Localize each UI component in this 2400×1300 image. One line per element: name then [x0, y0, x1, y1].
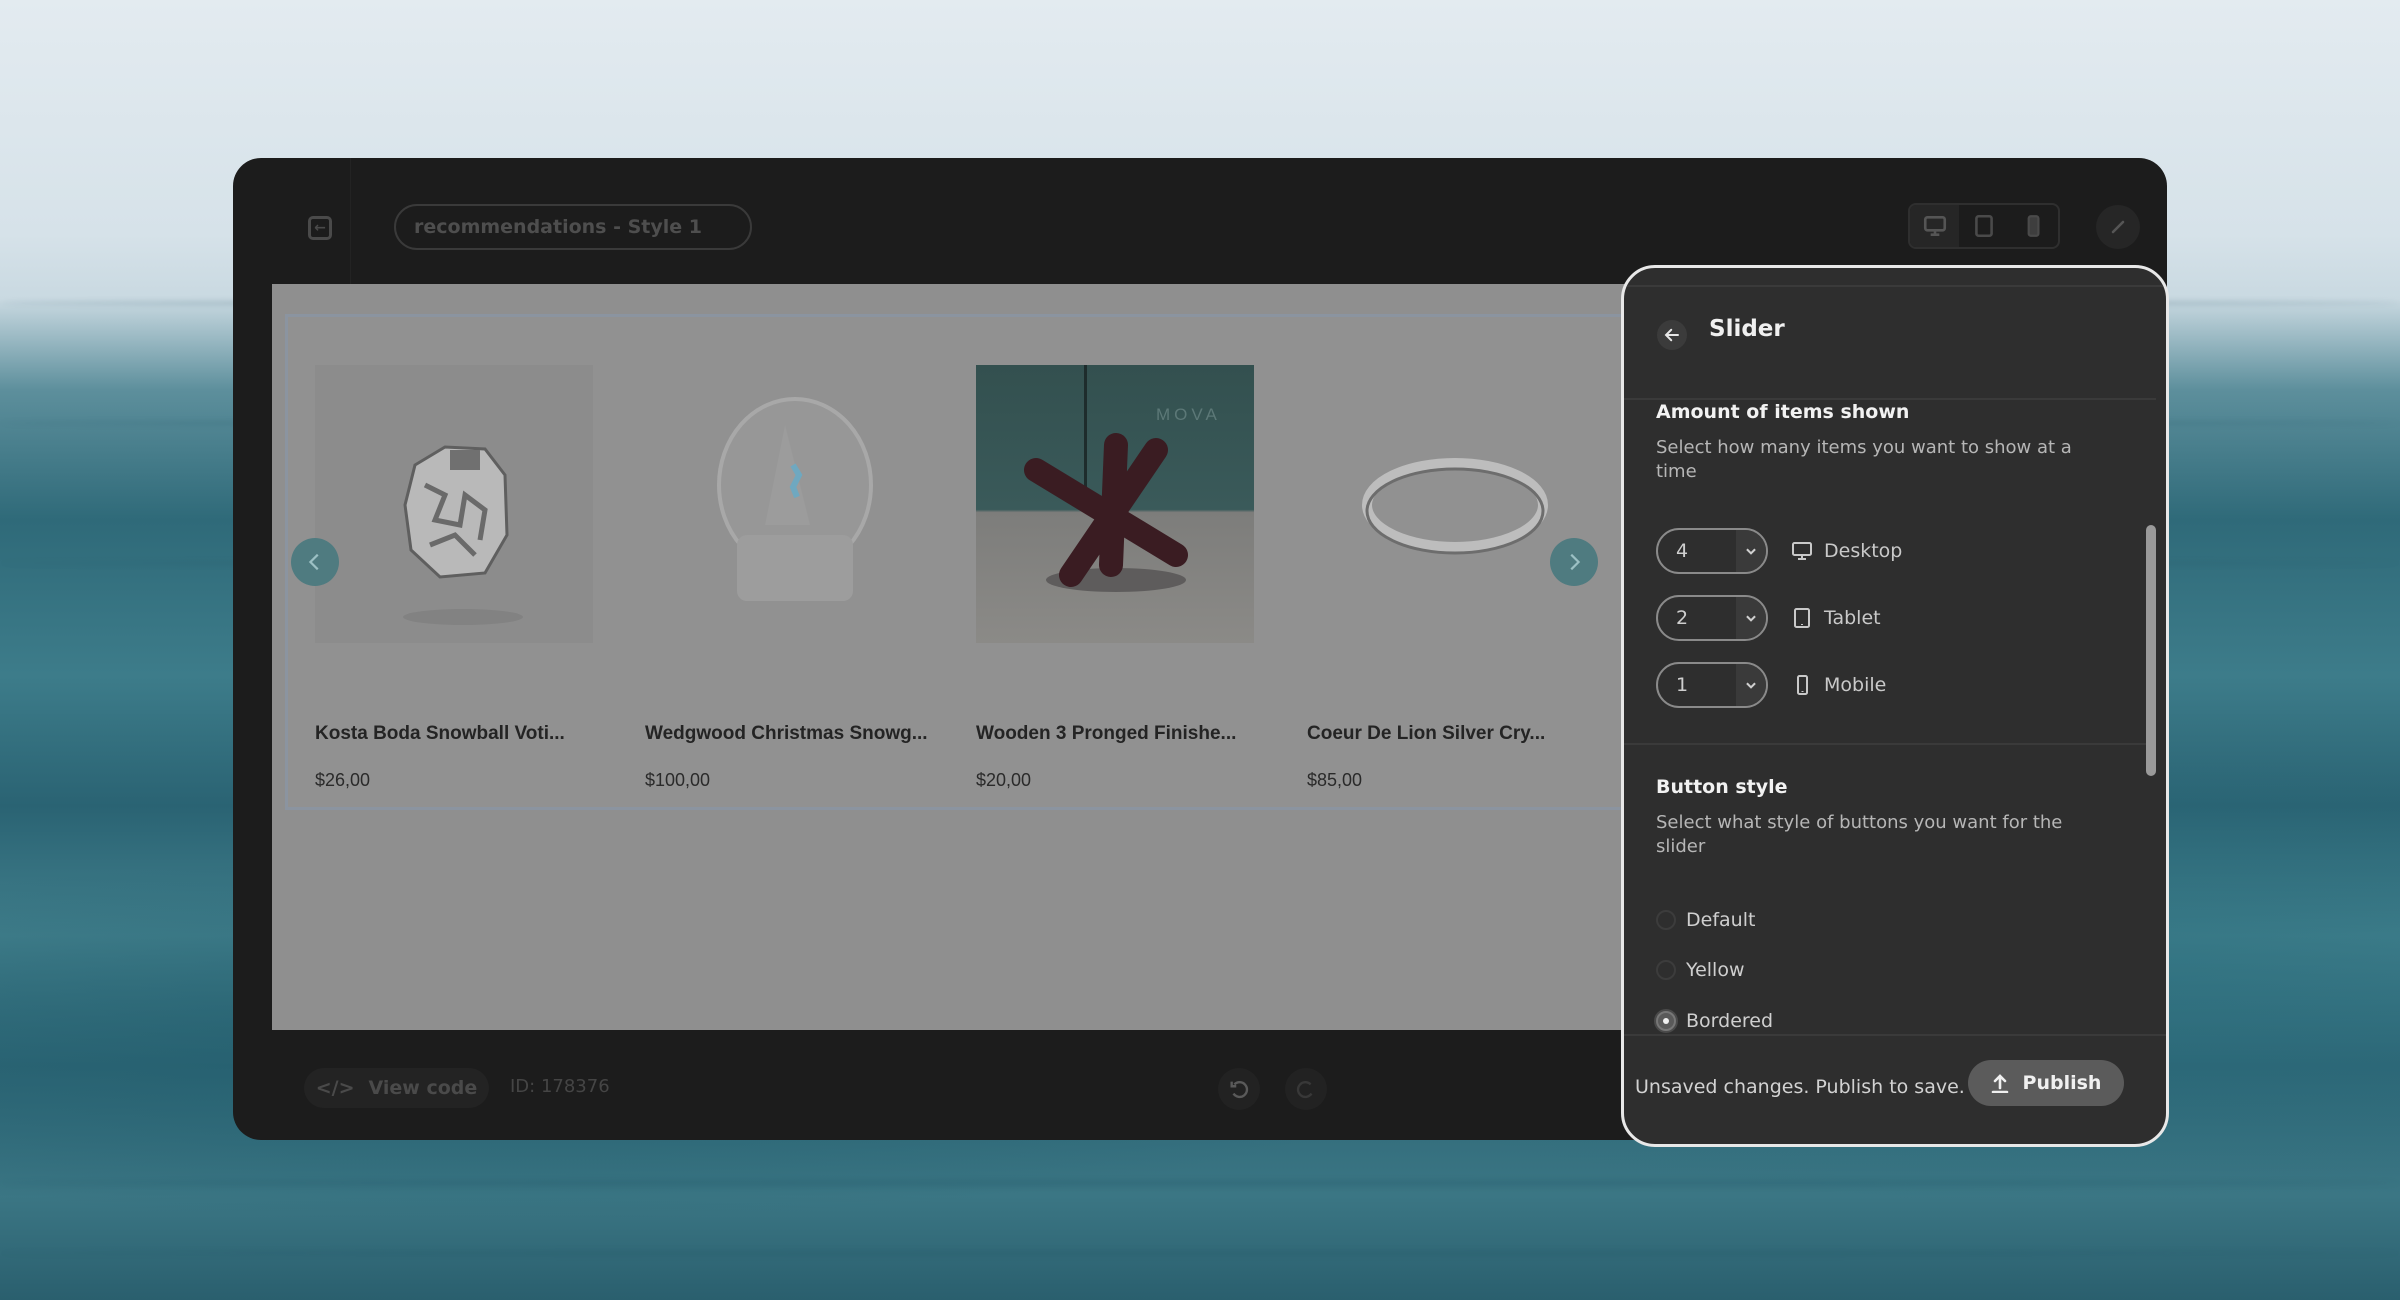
- recommendations-slider[interactable]: Kosta Boda Snowball Voti... $26,00 Wedgw…: [285, 314, 1685, 810]
- widget-title-field[interactable]: recommendations - Style 1: [394, 204, 752, 250]
- select-value: 4: [1676, 540, 1689, 562]
- radio-option-bordered[interactable]: Bordered: [1656, 1006, 1773, 1036]
- panel-divider: [1624, 398, 2156, 400]
- publish-button[interactable]: Publish: [1968, 1060, 2124, 1106]
- product-name: Wooden 3 Pronged Finishe...: [976, 723, 1237, 744]
- product-price: $85,00: [1307, 770, 1363, 790]
- button-style-section-title: Button style: [1656, 776, 1788, 798]
- chevron-left-icon: [308, 553, 319, 571]
- tablet-count-select[interactable]: 2: [1656, 595, 1768, 641]
- mobile-icon: [2027, 215, 2040, 237]
- product-name: Wedgwood Christmas Snowg...: [645, 723, 928, 744]
- fullscreen-button[interactable]: [2096, 205, 2140, 249]
- publish-label: Publish: [2022, 1072, 2102, 1094]
- product-image-snow-globe: [645, 365, 923, 643]
- radio-button-checked[interactable]: [1656, 1011, 1676, 1031]
- device-label: Tablet: [1824, 607, 1881, 629]
- mobile-count-row: 1 Mobile: [1656, 662, 1886, 708]
- chevron-down-icon: [1736, 530, 1766, 572]
- panel-footer: Unsaved changes. Publish to save. Publis…: [1624, 1034, 2166, 1144]
- monitor-icon: [1923, 216, 1946, 236]
- redo-button[interactable]: [1285, 1068, 1327, 1110]
- product-price: $26,00: [315, 770, 371, 790]
- chevron-right-icon: [1570, 553, 1581, 571]
- background-wave: [0, 1180, 2400, 1186]
- view-code-button[interactable]: </> View code: [304, 1068, 489, 1108]
- product-image-crystal-votive: [315, 365, 593, 643]
- mobile-count-select[interactable]: 1: [1656, 662, 1768, 708]
- radio-button[interactable]: [1656, 910, 1676, 930]
- panel-header: Slider: [1624, 308, 2166, 386]
- select-value: 1: [1676, 674, 1689, 696]
- mobile-icon: [1797, 675, 1808, 695]
- exit-editor-button[interactable]: ←: [308, 216, 332, 240]
- items-section-description: Select how many items you want to show a…: [1656, 437, 2072, 482]
- redo-icon: [1296, 1081, 1313, 1099]
- view-code-label: View code: [368, 1077, 478, 1099]
- device-tablet-button[interactable]: [1959, 205, 2008, 247]
- product-image-silver-bracelet: [1307, 365, 1585, 643]
- undo-icon: [1230, 1081, 1249, 1099]
- panel-title: Slider: [1709, 316, 1785, 342]
- panel-divider: [1624, 743, 2156, 745]
- code-icon: </>: [315, 1077, 355, 1099]
- product-name: Kosta Boda Snowball Voti...: [315, 723, 565, 744]
- radio-label: Bordered: [1686, 1010, 1774, 1032]
- back-button[interactable]: [1657, 320, 1687, 350]
- undo-button[interactable]: [1218, 1068, 1260, 1110]
- chevron-down-icon: [1736, 664, 1766, 706]
- product-price: $20,00: [976, 770, 1032, 790]
- tablet-icon: [1975, 214, 1993, 238]
- toolbar-divider: [350, 158, 351, 284]
- panel-divider: [1624, 285, 2166, 287]
- chevron-down-icon: [1736, 597, 1766, 639]
- product-name: Coeur De Lion Silver Cry...: [1307, 723, 1546, 744]
- slider-next-button[interactable]: [1550, 538, 1598, 586]
- device-switcher: [1908, 203, 2060, 249]
- button-style-section-description: Select what style of buttons you want fo…: [1656, 812, 2063, 857]
- monitor-icon: [1792, 542, 1812, 560]
- widget-id: ID: 178376: [510, 1076, 610, 1097]
- background-wave: [0, 1250, 2400, 1256]
- desktop-count-select[interactable]: 4: [1656, 528, 1768, 574]
- product-card[interactable]: Wedgwood Christmas Snowg... $100,00: [645, 365, 935, 791]
- product-price: $100,00: [645, 770, 711, 790]
- device-label: Mobile: [1824, 674, 1887, 696]
- radio-option-yellow[interactable]: Yellow: [1656, 955, 1745, 985]
- slider-prev-button[interactable]: [291, 538, 339, 586]
- radio-label: Default: [1686, 909, 1756, 931]
- device-label: Desktop: [1824, 540, 1903, 562]
- tablet-icon: [1794, 608, 1810, 628]
- expand-icon: [2111, 220, 2125, 234]
- product-image-wooden-sculpture: MOVA: [976, 365, 1254, 643]
- radio-button[interactable]: [1656, 960, 1676, 980]
- product-card[interactable]: MOVA Wooden 3 Pronged Finishe... $20,00: [976, 365, 1266, 791]
- desktop-count-row: 4 Desktop: [1656, 528, 1902, 574]
- tablet-count-row: 2 Tablet: [1656, 595, 1881, 641]
- arrow-left-icon: [1664, 328, 1679, 342]
- radio-label: Yellow: [1686, 959, 1745, 981]
- select-value: 2: [1676, 607, 1689, 629]
- items-section-title: Amount of items shown: [1656, 401, 1910, 423]
- slider-settings-panel: Slider Amount of items shown Select how …: [1621, 265, 2169, 1147]
- preview-canvas: Kosta Boda Snowball Voti... $26,00 Wedgw…: [272, 284, 1685, 1030]
- product-card[interactable]: Coeur De Lion Silver Cry... $85,00: [1307, 365, 1597, 791]
- unsaved-changes-status: Unsaved changes. Publish to save.: [1635, 1076, 1965, 1098]
- exit-icon: ←: [314, 220, 326, 236]
- upload-icon: [1991, 1074, 2008, 1093]
- radio-option-default[interactable]: Default: [1656, 905, 1755, 935]
- panel-scrollbar[interactable]: [2146, 525, 2156, 776]
- device-mobile-button[interactable]: [2009, 205, 2058, 247]
- device-desktop-button[interactable]: [1910, 205, 1960, 247]
- product-card[interactable]: Kosta Boda Snowball Voti... $26,00: [315, 365, 605, 791]
